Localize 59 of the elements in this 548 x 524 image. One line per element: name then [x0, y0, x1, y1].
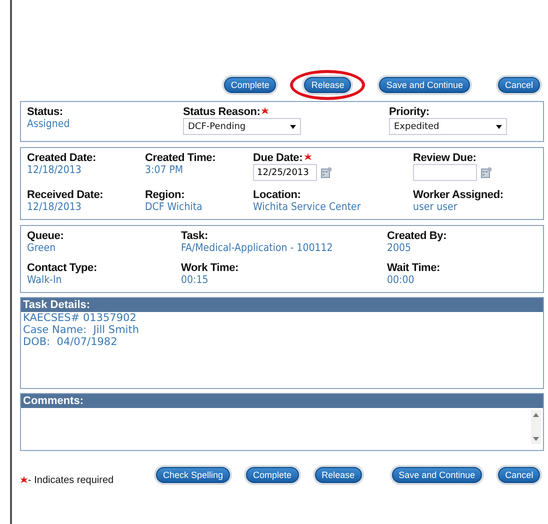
- field-label: Priority:: [389, 106, 430, 118]
- section-header: Comments:: [21, 394, 543, 408]
- field-value: Wichita Service Center: [253, 201, 362, 213]
- action-button[interactable]: Release: [304, 77, 352, 93]
- field-value: Assigned: [27, 118, 71, 130]
- action-button[interactable]: Cancel: [498, 466, 540, 482]
- field-value: 3:07 PM: [145, 164, 184, 176]
- caret-icon: [496, 124, 502, 128]
- detail-line: KAECSES# 01357902: [23, 312, 138, 324]
- field-value: Green: [27, 242, 57, 254]
- field-value: 12/18/2013: [27, 201, 82, 213]
- field-label: Queue:: [27, 230, 64, 242]
- field-value: FA/Medical-Application - 100112: [181, 242, 334, 254]
- caret-icon: [290, 124, 296, 128]
- action-button[interactable]: Save and Continue: [392, 466, 482, 482]
- required-icon: [304, 153, 312, 161]
- detail-line: Case Name: Jill Smith: [23, 324, 140, 336]
- field-label: Location:: [253, 189, 301, 201]
- dropdown[interactable]: Expedited: [389, 118, 507, 135]
- section-header: Task Details:: [21, 298, 543, 312]
- date-field[interactable]: 12/25/2013: [253, 164, 317, 181]
- field-label: Created Date:: [27, 152, 96, 164]
- action-button[interactable]: Complete: [246, 466, 299, 482]
- field-value: 00:00: [387, 274, 416, 286]
- detail-line: DOB: 04/07/1982: [23, 336, 118, 348]
- field-value: DCF Wichita: [145, 201, 204, 213]
- field-label: Status:: [27, 106, 63, 118]
- field-label: Created Time:: [145, 152, 216, 164]
- field-label: Task:: [181, 230, 208, 242]
- calendar-icon[interactable]: [321, 167, 332, 178]
- action-button[interactable]: Release: [314, 466, 362, 482]
- calendar-icon[interactable]: [481, 167, 492, 178]
- field-label: Received Date:: [27, 189, 104, 201]
- scroll-down-icon[interactable]: [533, 437, 539, 441]
- field-label: Region:: [145, 189, 185, 201]
- action-button[interactable]: Save and Continue: [379, 77, 470, 93]
- field-value: user user: [413, 201, 458, 213]
- action-button[interactable]: Check Spelling: [156, 466, 230, 482]
- field-value: 12/18/2013: [27, 164, 82, 176]
- field-value: 2005: [387, 242, 412, 254]
- field-label: Due Date:: [253, 152, 303, 164]
- dropdown[interactable]: DCF-Pending: [183, 118, 301, 135]
- required-note: - Indicates required: [28, 475, 114, 486]
- date-field[interactable]: [413, 164, 477, 181]
- field-label: Status Reason:: [183, 106, 260, 118]
- field-label: Contact Type:: [27, 262, 97, 274]
- scroll-up-icon[interactable]: [533, 413, 539, 417]
- field-value: 00:15: [181, 274, 210, 286]
- field-label: Worker Assigned:: [413, 189, 504, 201]
- action-button[interactable]: Complete: [224, 77, 276, 93]
- field-label: Work Time:: [181, 262, 238, 274]
- field-label: Wait Time:: [387, 262, 440, 274]
- required-icon: [261, 107, 270, 115]
- field-label: Review Due:: [413, 152, 476, 164]
- field-label: Created By:: [387, 230, 447, 242]
- action-button[interactable]: Cancel: [498, 77, 540, 93]
- scrollbar[interactable]: [531, 410, 541, 444]
- required-icon: [20, 476, 28, 484]
- field-value: Walk-In: [27, 274, 63, 286]
